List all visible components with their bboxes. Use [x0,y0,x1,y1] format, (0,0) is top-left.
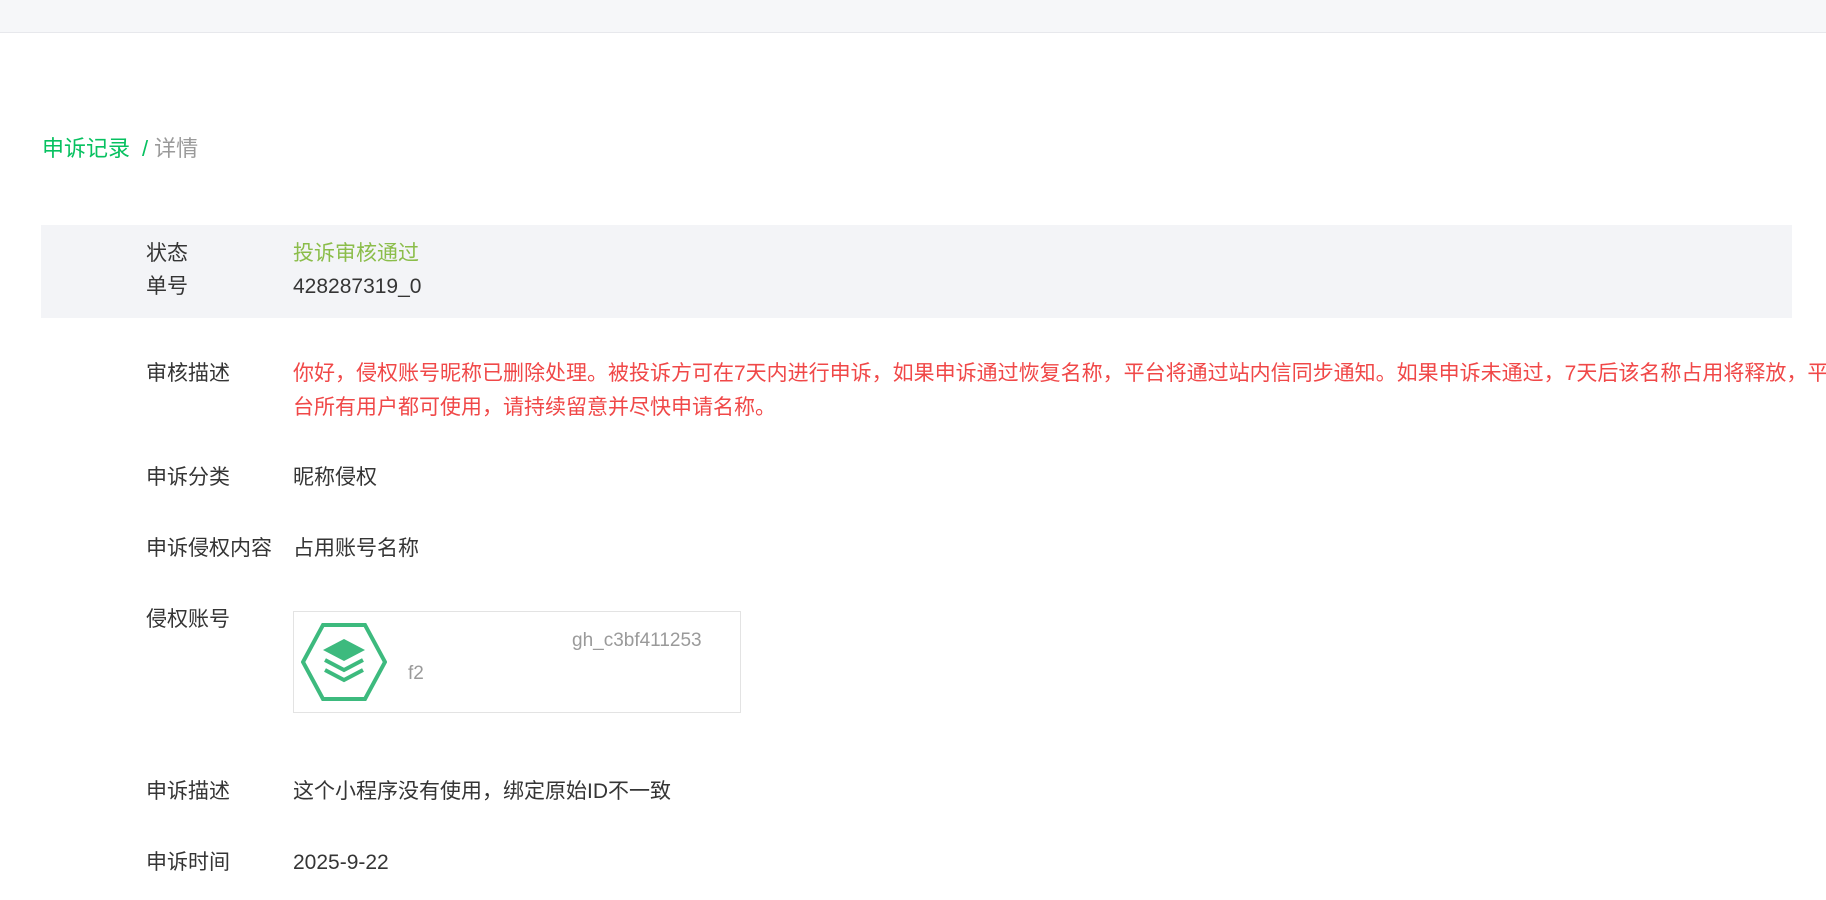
status-label: 状态 [146,242,188,265]
status-value: 投诉审核通过 [293,242,419,265]
review-description-row: 审核描述 你好，侵权账号昵称已删除处理。被投诉方可在7天内进行申诉，如果申诉通过恢… [146,357,1826,425]
appeal-category-value: 昵称侵权 [293,466,377,489]
appeal-time-value: 2025-9-22 [293,851,389,874]
review-description-label: 审核描述 [146,362,230,385]
appeal-description-row: 申诉描述 这个小程序没有使用，绑定原始ID不一致 [146,775,671,809]
infringing-account-label: 侵权账号 [146,608,230,631]
appeal-category-label: 申诉分类 [146,466,230,489]
appeal-description-label: 申诉描述 [146,780,230,803]
infringing-account-card: gh_c3bf411253 f2 [293,611,741,713]
order-number-label: 单号 [146,275,188,298]
appeal-time-label: 申诉时间 [146,851,230,874]
status-row: 状态 投诉审核通过 [146,237,419,271]
review-description-value: 你好，侵权账号昵称已删除处理。被投诉方可在7天内进行申诉，如果申诉通过恢复名称，… [293,362,1826,419]
order-number-value: 428287319_0 [293,275,422,298]
top-bar [0,0,1826,33]
account-original-id: gh_c3bf411253 [572,630,702,651]
breadcrumb-separator: / [142,136,149,161]
infringing-account-row: 侵权账号 [146,603,293,637]
order-number-row: 单号 428287319_0 [146,270,421,304]
mini-program-layers-icon [301,623,387,701]
breadcrumb: 申诉记录 / 详情 [42,134,198,164]
infringing-content-label: 申诉侵权内容 [146,537,272,560]
breadcrumb-appeal-records-link[interactable]: 申诉记录 [42,136,130,161]
infringing-content-value: 占用账号名称 [293,537,419,560]
infringing-content-row: 申诉侵权内容 占用账号名称 [146,532,419,566]
appeal-time-row: 申诉时间 2025-9-22 [146,846,389,880]
account-name: f2 [408,663,424,684]
breadcrumb-current: 详情 [154,136,199,161]
appeal-description-value: 这个小程序没有使用，绑定原始ID不一致 [293,780,671,803]
appeal-category-row: 申诉分类 昵称侵权 [146,461,377,495]
